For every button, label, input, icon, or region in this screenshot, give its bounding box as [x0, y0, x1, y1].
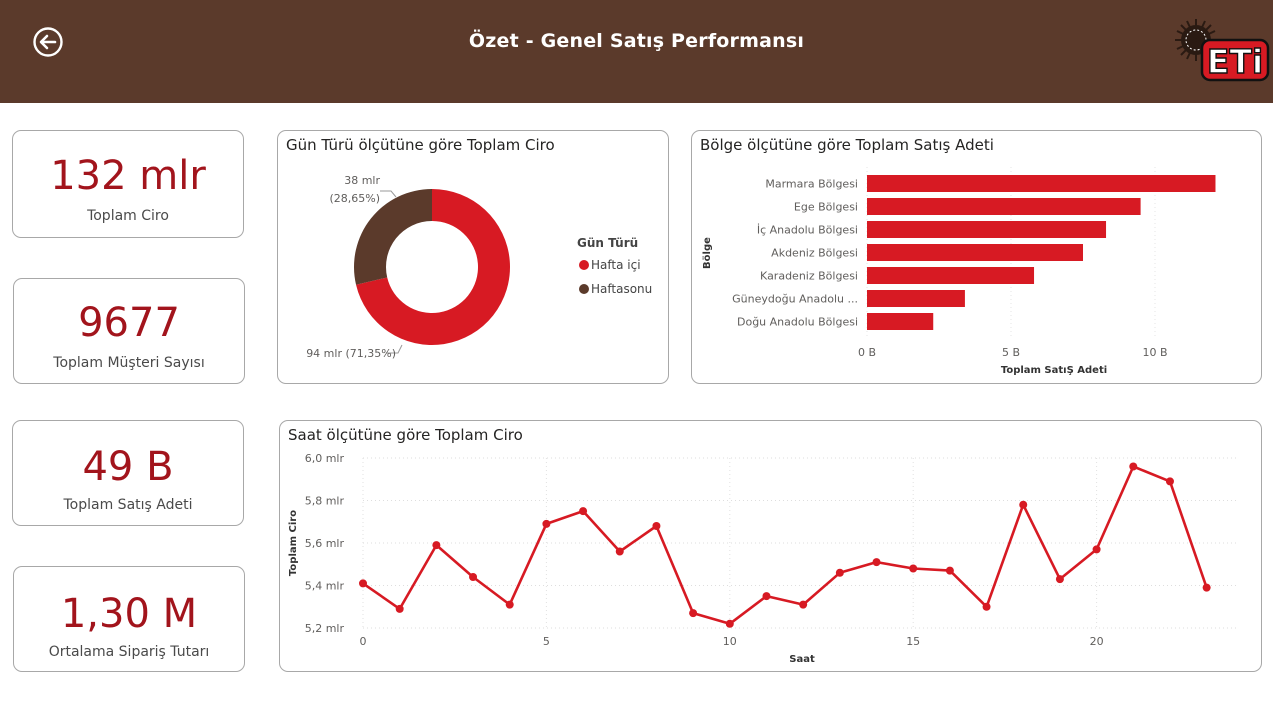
kpi-label: Toplam Ciro	[87, 208, 169, 224]
data-label: 94 mlr (71,35%)	[306, 347, 396, 360]
bar[interactable]	[867, 313, 934, 330]
data-point[interactable]	[505, 600, 514, 609]
data-point[interactable]	[469, 573, 478, 581]
category-label: İç Anadolu Bölgesi	[757, 224, 858, 237]
leader-line	[380, 190, 397, 198]
bar-chart: Marmara Bölgesi Ege Bölgesi İç Anadolu Böl…	[702, 167, 1216, 376]
data-label: 38 mlr	[344, 174, 380, 187]
category-label: Doğu Anadolu Bölgesi	[737, 316, 858, 329]
bar[interactable]	[867, 244, 1083, 261]
x-tick-label: 5 B	[1002, 346, 1020, 359]
x-tick-label: 20	[1090, 635, 1104, 648]
donut-chart: 38 mlr (28,65%) 94 mlr (71,35%) Gün Türü…	[306, 174, 652, 360]
data-point[interactable]	[359, 579, 367, 588]
bar[interactable]	[867, 175, 1216, 192]
x-tick-label: 10 B	[1142, 346, 1167, 359]
series-line	[362, 465, 1208, 626]
kpi-value: 132 mlr	[50, 153, 206, 199]
x-axis-title: Toplam SatıŞ Adeti	[1001, 365, 1107, 376]
kpi-value: 9677	[78, 300, 180, 346]
data-point[interactable]	[1019, 500, 1028, 509]
data-point[interactable]	[725, 619, 734, 628]
x-tick-label: 15	[906, 635, 920, 648]
kpi-card-total-revenue[interactable]: 132 mlr Toplam Ciro	[12, 130, 244, 238]
bar[interactable]	[867, 267, 1035, 284]
data-point[interactable]	[689, 609, 698, 618]
category-label: Marmara Bölgesi	[765, 178, 858, 191]
kpi-label: Ortalama Sipariş Tutarı	[48, 644, 210, 660]
data-point[interactable]	[1055, 575, 1064, 584]
category-label: Karadeniz Bölgesi	[760, 270, 858, 283]
data-point[interactable]	[1129, 462, 1138, 471]
donut-chart-card[interactable]: Gün Türü ölçütüne göre Toplam Ciro 38 ml…	[277, 130, 669, 384]
eti-logo: ETi	[1175, 19, 1270, 82]
kpi-value: 1,30 M	[60, 591, 198, 637]
data-point[interactable]	[1165, 477, 1174, 486]
bar[interactable]	[867, 221, 1107, 238]
legend-title: Gün Türü	[577, 236, 638, 250]
kpi-label: Toplam Satış Adeti	[63, 497, 193, 513]
y-tick-label: 5,8 mlr	[305, 495, 345, 508]
bar-chart-card[interactable]: Bölge ölçütüne göre Toplam Satış Adeti M…	[691, 130, 1262, 384]
y-tick-label: 6,0 mlr	[305, 452, 345, 465]
x-tick-label: 10	[723, 635, 737, 648]
category-label: Güneydoğu Anadolu ...	[732, 293, 858, 306]
y-tick-label: 5,4 mlr	[305, 580, 345, 593]
x-tick-label: 0 B	[858, 346, 876, 359]
data-point[interactable]	[945, 566, 954, 575]
data-point[interactable]	[799, 600, 808, 609]
data-label: (28,65%)	[329, 192, 380, 205]
data-point[interactable]	[762, 592, 771, 601]
data-point[interactable]	[395, 604, 404, 613]
page-title: Özet - Genel Satış Performansı	[468, 30, 805, 52]
logo-text: ETi	[1207, 42, 1263, 81]
data-point[interactable]	[835, 568, 844, 577]
data-point[interactable]	[579, 507, 588, 516]
bar[interactable]	[867, 290, 965, 307]
y-axis-title: Bölge	[702, 237, 713, 269]
data-point[interactable]	[1202, 583, 1211, 592]
line-chart: 5,2 mlr 5,4 mlr 5,6 mlr 5,8 mlr 6,0 mlr 0 5 10…	[288, 452, 1238, 665]
legend-marker	[579, 260, 589, 270]
data-point[interactable]	[872, 558, 881, 567]
kpi-card-avg-order-amount[interactable]: 1,30 M Ortalama Sipariş Tutarı	[13, 566, 245, 672]
y-tick-label: 5,2 mlr	[305, 622, 345, 635]
x-tick-label: 0	[360, 635, 367, 648]
bar[interactable]	[867, 198, 1141, 215]
kpi-label: Toplam Müşteri Sayısı	[53, 355, 205, 371]
kpi-card-sales-quantity[interactable]: 49 B Toplam Satış Adeti	[12, 420, 244, 526]
data-point[interactable]	[542, 519, 551, 528]
line-chart-card[interactable]: Saat ölçütüne göre Toplam Ciro 5,2 mlr 5,…	[279, 420, 1262, 672]
category-label: Ege Bölgesi	[794, 201, 858, 214]
data-point[interactable]	[615, 547, 624, 556]
data-point[interactable]	[432, 541, 441, 550]
x-tick-label: 5	[543, 635, 550, 648]
x-axis-title: Saat	[789, 654, 815, 665]
header-bar: Özet - Genel Satış Performansı ETi	[0, 0, 1273, 103]
data-point[interactable]	[982, 602, 991, 611]
data-point[interactable]	[909, 564, 918, 573]
y-axis-title: Toplam Ciro	[288, 510, 299, 576]
legend-marker	[579, 284, 589, 294]
y-tick-label: 5,6 mlr	[305, 537, 345, 550]
legend-item[interactable]: Hafta içi	[591, 258, 641, 272]
data-point[interactable]	[652, 522, 661, 530]
data-point[interactable]	[1092, 545, 1101, 554]
kpi-card-customer-count[interactable]: 9677 Toplam Müşteri Sayısı	[13, 278, 245, 384]
kpi-value: 49 B	[82, 444, 174, 490]
category-label: Akdeniz Bölgesi	[771, 247, 858, 260]
legend-item[interactable]: Haftasonu	[591, 282, 652, 296]
